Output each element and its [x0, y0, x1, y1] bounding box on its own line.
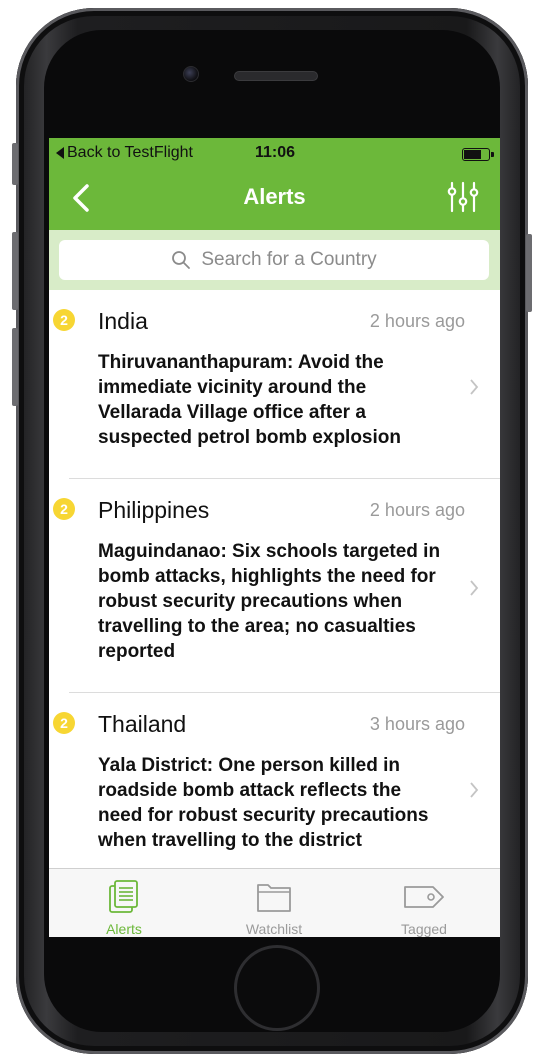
alert-text: Yala District: One person killed in road…	[98, 755, 429, 851]
tab-label: Tagged	[401, 921, 447, 937]
alert-time: 3 hours ago	[369, 714, 465, 734]
tab-label: Watchlist	[245, 921, 303, 937]
severity-badge: 2	[53, 498, 75, 520]
home-button[interactable]	[234, 945, 320, 1031]
tab-tagged[interactable]: Tagged	[349, 869, 499, 937]
app-screen: Back to TestFlight 11:06 Alerts Search f…	[49, 138, 500, 937]
alert-item-thailand[interactable]: 2 Thailand 3 hours ago Yala District: On…	[53, 693, 500, 868]
alert-country: Philippines	[98, 497, 210, 523]
status-bar: Back to TestFlight 11:06	[49, 138, 500, 168]
alert-country: Thailand	[98, 711, 187, 737]
folder-icon	[257, 884, 291, 912]
alert-country: India	[98, 308, 148, 334]
front-camera	[183, 66, 199, 82]
search-placeholder: Search for a Country	[201, 249, 377, 270]
alert-time: 2 hours ago	[369, 500, 465, 520]
mute-switch	[12, 143, 18, 185]
document-icon	[109, 880, 138, 913]
tab-label: Alerts	[106, 921, 142, 937]
status-time: 11:06	[255, 144, 296, 161]
tab-alerts[interactable]: Alerts	[49, 869, 199, 937]
nav-bar: Alerts	[49, 168, 500, 230]
power-button	[526, 234, 532, 312]
battery-icon	[462, 148, 494, 161]
chevron-right-icon	[470, 580, 479, 596]
alert-time: 2 hours ago	[369, 311, 465, 331]
alert-text: Thiruvananthapuram: Avoid the immediate …	[98, 352, 401, 448]
tag-icon	[404, 886, 444, 908]
alert-item-india[interactable]: 2 India 2 hours ago Thiruvananthapuram: …	[53, 290, 500, 479]
alerts-list: 2 India 2 hours ago Thiruvananthapuram: …	[49, 290, 500, 868]
volume-down-button	[12, 328, 18, 406]
filter-sliders-icon[interactable]	[446, 180, 480, 214]
alert-text: Maguindanao: Six schools targeted in bom…	[98, 541, 441, 662]
severity-badge: 2	[53, 712, 75, 734]
earpiece-speaker	[234, 71, 318, 81]
chevron-right-icon	[470, 379, 479, 395]
search-input[interactable]: Search for a Country	[59, 240, 489, 280]
back-to-testflight-label: Back to TestFlight	[67, 144, 193, 161]
search-bar-container: Search for a Country	[49, 230, 500, 290]
severity-badge: 2	[53, 309, 75, 331]
tab-bar: Alerts Watchlist Tagged	[49, 868, 500, 937]
back-to-testflight-link[interactable]: Back to TestFlight	[56, 144, 193, 162]
volume-up-button	[12, 232, 18, 310]
chevron-right-icon	[470, 782, 479, 798]
back-triangle-icon	[56, 147, 64, 159]
search-icon	[172, 251, 191, 269]
alert-item-philippines[interactable]: 2 Philippines 2 hours ago Maguindanao: S…	[53, 479, 500, 693]
tab-watchlist[interactable]: Watchlist	[199, 869, 349, 937]
page-title: Alerts	[243, 184, 306, 209]
